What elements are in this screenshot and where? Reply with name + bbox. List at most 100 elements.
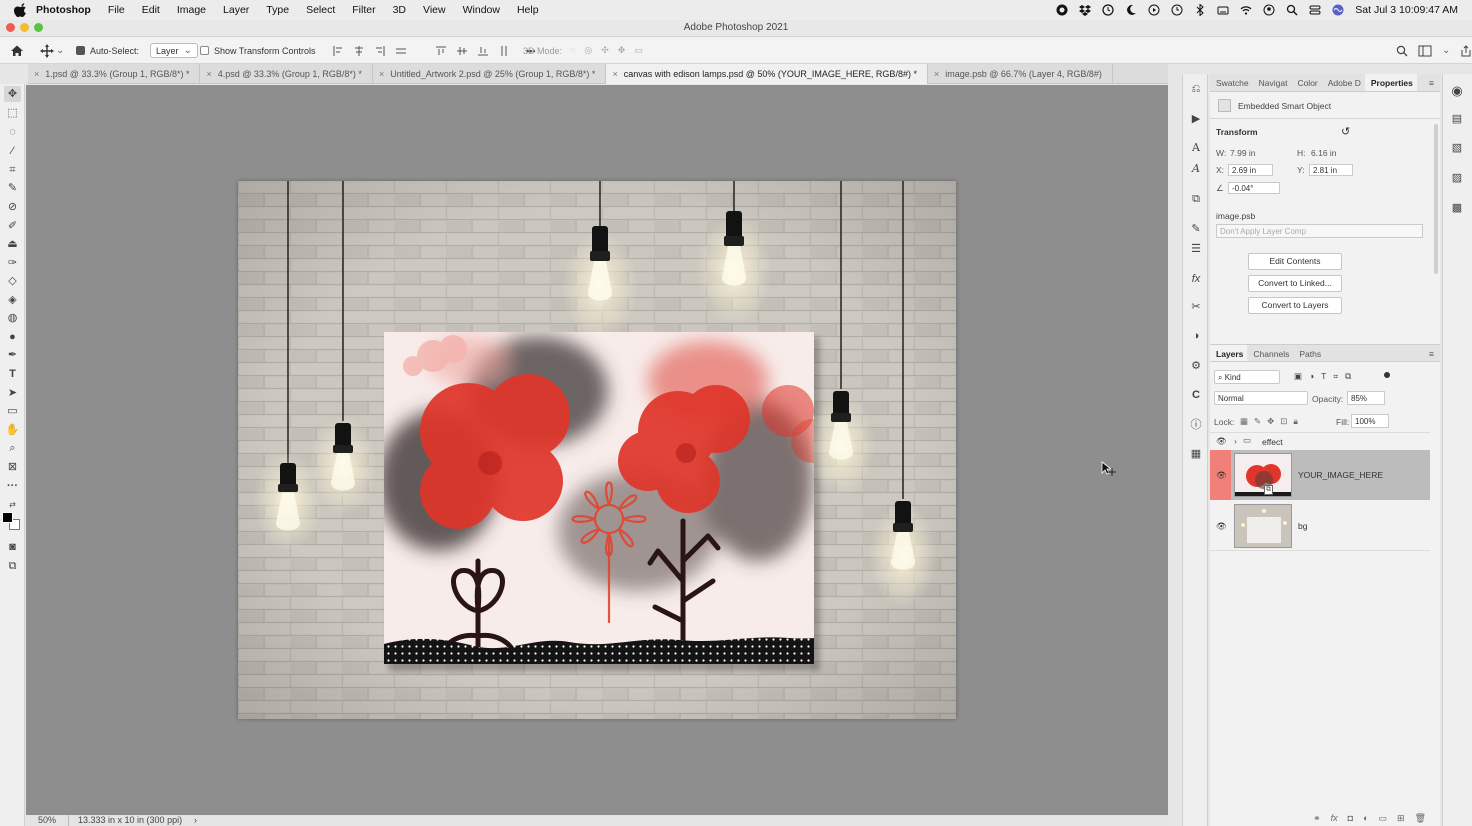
layer-name[interactable]: YOUR_IMAGE_HERE	[1298, 470, 1383, 480]
angle-field[interactable]: -0.04°	[1228, 182, 1280, 194]
brush-settings-icon[interactable]: ✎	[1189, 222, 1203, 236]
moon-icon[interactable]	[1125, 4, 1137, 16]
eyedropper-tool-icon[interactable]: ✎	[4, 180, 21, 196]
doc-tab-2[interactable]: × 4.psd @ 33.3% (Group 1, RGB/8*) *	[200, 64, 373, 84]
info-icon[interactable]: ⓘ	[1189, 418, 1203, 432]
bluetooth-icon[interactable]	[1194, 4, 1206, 16]
clock-datetime[interactable]: Sat Jul 3 10:09:47 AM	[1355, 4, 1458, 16]
chevron-down-icon[interactable]: ⌄	[1442, 45, 1450, 56]
document-canvas[interactable]	[238, 181, 956, 719]
close-icon[interactable]: ×	[612, 69, 617, 79]
patterns-icon[interactable]: ▧	[1450, 141, 1464, 155]
w-value[interactable]: 7.99 in	[1230, 148, 1256, 158]
swap-colors-icon[interactable]: ⇄	[4, 497, 21, 513]
lasso-tool-icon[interactable]: ◌	[4, 124, 21, 140]
align-bottom-icon[interactable]	[478, 46, 488, 56]
search-icon[interactable]	[1286, 4, 1298, 16]
layer-name[interactable]: bg	[1298, 521, 1307, 531]
doc-tab-5[interactable]: × image.psb @ 66.7% (Layer 4, RGB/8#)	[928, 64, 1113, 84]
search-icon[interactable]	[1396, 45, 1408, 57]
filter-toggle-icon[interactable]	[1384, 372, 1390, 378]
paint-bucket-tool-icon[interactable]: ◈	[4, 292, 21, 308]
tab-paths[interactable]: Paths	[1293, 345, 1325, 361]
close-icon[interactable]: ×	[934, 69, 939, 79]
align-center-icon[interactable]	[354, 45, 364, 56]
distribute-icon[interactable]	[396, 46, 406, 56]
learn-icon[interactable]: ▤	[1450, 112, 1464, 126]
styles-fx-icon[interactable]: fx	[1189, 272, 1203, 286]
layer-name[interactable]: effect	[1262, 437, 1283, 447]
libraries-icon[interactable]: ⚙	[1189, 359, 1203, 373]
new-layer-icon[interactable]: ⊞	[1397, 810, 1405, 826]
character-icon[interactable]: A	[1189, 141, 1203, 155]
doc-tab-4-active[interactable]: × canvas with edison lamps.psd @ 50% (YOU…	[606, 64, 928, 84]
quick-mask-icon[interactable]: ◙	[4, 539, 21, 555]
eye-icon[interactable]: 👁︎	[1216, 470, 1227, 481]
menu-view[interactable]: View	[423, 4, 446, 16]
tab-adobe-d[interactable]: Adobe D	[1322, 74, 1365, 91]
record-icon[interactable]	[1056, 4, 1068, 16]
menu-image[interactable]: Image	[177, 4, 206, 16]
lock-options-icons[interactable]: ▦✎✥⊡🔒︎	[1240, 416, 1304, 427]
align-left-icon[interactable]	[333, 45, 343, 56]
distribute-vertical-icon[interactable]	[499, 45, 509, 56]
align-middle-icon[interactable]	[457, 46, 467, 56]
type-tool-icon[interactable]: T	[4, 366, 21, 382]
add-style-fx-icon[interactable]: fx	[1331, 810, 1338, 826]
healing-brush-tool-icon[interactable]: ⊘	[4, 199, 21, 215]
play-circle-icon[interactable]	[1148, 4, 1160, 16]
home-button[interactable]	[10, 37, 24, 64]
magic-wand-tool-icon[interactable]: ⁄	[4, 143, 21, 159]
layer-row-bg[interactable]: 👁︎ bg	[1210, 501, 1430, 551]
menu-app-name[interactable]: Photoshop	[36, 4, 91, 16]
chevron-right-icon[interactable]: ›	[194, 815, 197, 826]
align-top-icon[interactable]	[436, 46, 446, 56]
close-window-button[interactable]	[6, 23, 15, 32]
convert-to-linked-button[interactable]: Convert to Linked...	[1248, 275, 1342, 292]
eye-icon[interactable]: 👁︎	[1216, 436, 1227, 447]
new-group-icon[interactable]: ▭	[1379, 810, 1388, 826]
x-field[interactable]: 2.69 in	[1228, 164, 1273, 176]
table-grid-icon[interactable]: ▦	[1189, 447, 1203, 461]
document-size[interactable]: 13.333 in x 10 in (300 ppi)	[78, 815, 182, 826]
canvas-workspace[interactable]	[26, 85, 1168, 815]
align-right-icon[interactable]	[375, 45, 385, 56]
cloud-docs-icon[interactable]: ◉	[1450, 84, 1464, 98]
minimize-window-button[interactable]	[20, 23, 29, 32]
close-icon[interactable]: ×	[206, 69, 211, 79]
h-value[interactable]: 6.16 in	[1311, 148, 1337, 158]
screen-mode-icon[interactable]: ⧉	[4, 558, 21, 574]
gradients-icon[interactable]: ▨	[1450, 171, 1464, 185]
properties-scrollbar[interactable]	[1434, 124, 1438, 274]
user-icon[interactable]	[1263, 4, 1275, 16]
cc-icon[interactable]: C	[1189, 388, 1203, 402]
add-mask-icon[interactable]: ◘	[1348, 810, 1353, 826]
menu-type[interactable]: Type	[266, 4, 289, 16]
doc-tab-1[interactable]: × 1.psd @ 33.3% (Group 1, RGB/8*) *	[28, 64, 201, 84]
layer-comp-select[interactable]: Don't Apply Layer Comp	[1216, 224, 1423, 238]
close-icon[interactable]: ×	[379, 69, 384, 79]
blur-tool-icon[interactable]: ◍	[4, 310, 21, 326]
panel-menu-icon[interactable]: ≡	[1429, 345, 1434, 361]
opacity-field[interactable]: 85%	[1347, 391, 1385, 405]
zoom-tool-icon[interactable]: ⌕	[4, 440, 21, 456]
contrast-icon[interactable]: ◑	[1189, 329, 1203, 343]
doc-tab-3[interactable]: × Untitled_Artwork 2.psd @ 25% (Group 1, …	[373, 64, 607, 84]
dropbox-icon[interactable]	[1079, 4, 1092, 16]
siri-icon[interactable]	[1332, 4, 1344, 16]
clone-stamp-tool-icon[interactable]: ⏏	[4, 236, 21, 252]
path-selection-tool-icon[interactable]: ➤	[4, 385, 21, 401]
adjustments-icon[interactable]: ☰	[1189, 242, 1203, 256]
zoom-window-button[interactable]	[34, 23, 43, 32]
frame-tool-icon[interactable]: ⊠	[4, 459, 21, 475]
tab-navigator[interactable]: Navigat	[1253, 74, 1292, 91]
layer-filter-kind[interactable]: ⌕ Kind	[1214, 370, 1280, 384]
trash-icon[interactable]: 🗑︎	[1415, 810, 1426, 826]
time-machine-icon[interactable]	[1102, 4, 1114, 16]
paragraph-icon[interactable]: A	[1189, 162, 1203, 176]
fill-field[interactable]: 100%	[1351, 414, 1389, 428]
eye-icon[interactable]: 👁︎	[1216, 521, 1227, 532]
reset-transform-icon[interactable]: ↺	[1341, 125, 1350, 138]
more-tools-icon[interactable]: ···	[4, 478, 21, 494]
auto-select-checkbox[interactable]: Auto-Select:	[76, 37, 139, 64]
